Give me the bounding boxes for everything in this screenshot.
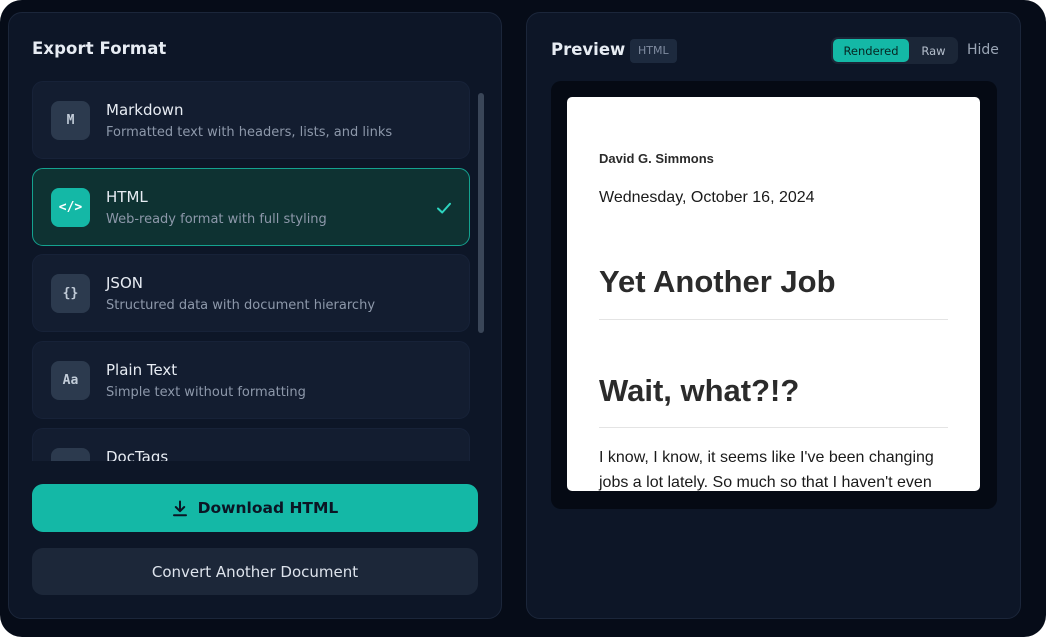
- download-icon: [172, 500, 187, 516]
- heading-divider: [599, 319, 948, 320]
- format-option-name: Plain Text: [106, 361, 178, 379]
- view-mode-toggle: Rendered Raw: [831, 37, 958, 64]
- rendered-toggle[interactable]: Rendered: [833, 39, 909, 62]
- document-date: Wednesday, October 16, 2024: [599, 189, 815, 206]
- document-body-text: I know, I know, it seems like I've been …: [599, 449, 934, 491]
- hide-preview-button[interactable]: Hide: [967, 42, 999, 58]
- document-author: David G. Simmons: [599, 151, 714, 166]
- preview-title: Preview: [551, 40, 626, 59]
- document-heading-1: Yet Another Job: [599, 264, 836, 299]
- format-option-name: DocTags: [106, 448, 169, 461]
- convert-another-label: Convert Another Document: [151, 562, 359, 581]
- markdown-icon: M: [51, 101, 90, 140]
- format-option-description: Structured data with document hierarchy: [106, 298, 376, 313]
- code-icon: </>: [51, 188, 90, 227]
- format-list-scrollbar[interactable]: [478, 93, 484, 473]
- checkmark-icon: [437, 202, 451, 214]
- export-format-title: Export Format: [32, 39, 167, 58]
- export-format-panel: Export Format M Markdown Formatted text …: [8, 12, 502, 619]
- format-option-name: Markdown: [106, 101, 184, 119]
- document-heading-2: Wait, what?!?: [599, 373, 800, 408]
- download-button-label: Download HTML: [197, 499, 339, 517]
- format-badge: HTML: [630, 39, 677, 63]
- text-icon: Aa: [51, 361, 90, 400]
- heading-divider: [599, 427, 948, 428]
- tags-icon: [51, 448, 90, 461]
- format-option-name: JSON: [106, 274, 143, 292]
- convert-another-button[interactable]: Convert Another Document: [32, 548, 478, 595]
- format-list[interactable]: M Markdown Formatted text with headers, …: [32, 81, 478, 461]
- format-option-plain-text[interactable]: Aa Plain Text Simple text without format…: [32, 341, 470, 419]
- format-option-description: Web-ready format with full styling: [106, 212, 327, 227]
- download-button[interactable]: Download HTML: [32, 484, 478, 532]
- format-option-description: Formatted text with headers, lists, and …: [106, 125, 393, 140]
- export-dialog: Export Format M Markdown Formatted text …: [0, 0, 1046, 637]
- format-option-description: Simple text without formatting: [106, 385, 306, 400]
- format-option-doctags[interactable]: DocTags: [32, 428, 470, 461]
- braces-icon: {}: [51, 274, 90, 313]
- format-option-html[interactable]: </> HTML Web-ready format with full styl…: [32, 168, 470, 246]
- format-option-name: HTML: [106, 188, 148, 206]
- document-preview[interactable]: David G. Simmons Wednesday, October 16, …: [567, 97, 980, 491]
- preview-frame: David G. Simmons Wednesday, October 16, …: [551, 81, 997, 509]
- format-option-json[interactable]: {} JSON Structured data with document hi…: [32, 254, 470, 332]
- format-option-markdown[interactable]: M Markdown Formatted text with headers, …: [32, 81, 470, 159]
- scrollbar-thumb[interactable]: [478, 93, 484, 333]
- raw-toggle[interactable]: Raw: [911, 39, 956, 62]
- preview-panel: Preview HTML Rendered Raw Hide David G. …: [526, 12, 1021, 619]
